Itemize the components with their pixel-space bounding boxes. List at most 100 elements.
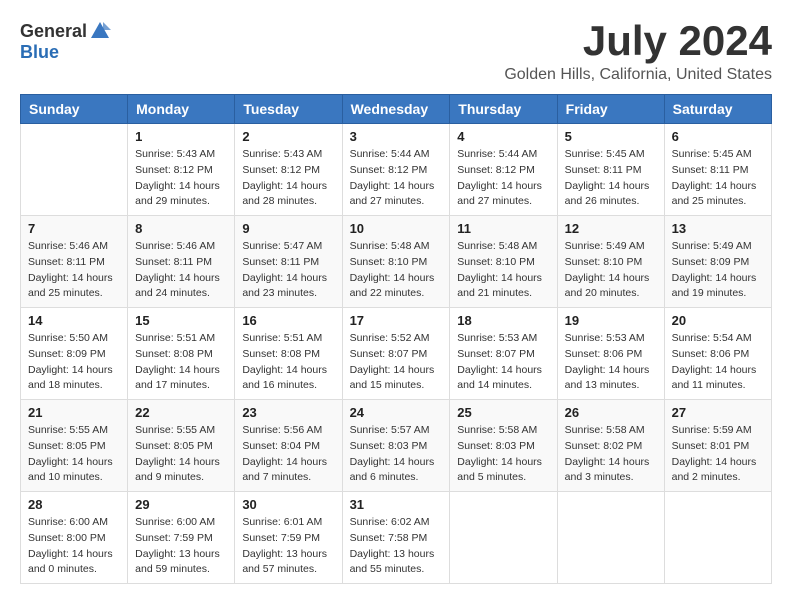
day-number: 14 — [28, 313, 120, 328]
day-info: Sunrise: 5:48 AM Sunset: 8:10 PM Dayligh… — [350, 239, 443, 302]
calendar-cell: 20Sunrise: 5:54 AM Sunset: 8:06 PM Dayli… — [664, 308, 771, 400]
day-info: Sunrise: 5:58 AM Sunset: 8:02 PM Dayligh… — [565, 423, 657, 486]
location-text: Golden Hills, California, United States — [504, 66, 772, 84]
calendar-cell: 11 Sunrise: 5:48 AM Sunset: 8:10 PM Dayli… — [450, 216, 557, 308]
day-info: Sunrise: 5:51 AM Sunset: 8:08 PM Dayligh… — [135, 331, 227, 394]
calendar-cell: 27 Sunrise: 5:59 AM Sunset: 8:01 PM Dayli… — [664, 400, 771, 492]
logo-icon — [89, 20, 111, 42]
day-number: 17 — [350, 313, 443, 328]
calendar-cell: 9Sunrise: 5:47 AM Sunset: 8:11 PM Daylig… — [235, 216, 342, 308]
day-number: 15 — [135, 313, 227, 328]
day-number: 16 — [242, 313, 334, 328]
calendar-cell: 10 Sunrise: 5:48 AM Sunset: 8:10 PM Dayli… — [342, 216, 450, 308]
calendar-cell: 6Sunrise: 5:45 AM Sunset: 8:11 PM Daylig… — [664, 124, 771, 216]
day-info: Sunrise: 5:52 AM Sunset: 8:07 PM Dayligh… — [350, 331, 443, 394]
day-number: 6 — [672, 129, 764, 144]
calendar-cell: 1 Sunrise: 5:43 AM Sunset: 8:12 PM Daylig… — [128, 124, 235, 216]
title-area: July 2024 Golden Hills, California, Unit… — [504, 20, 772, 84]
calendar-cell — [557, 492, 664, 584]
day-number: 26 — [565, 405, 657, 420]
calendar-cell: 25 Sunrise: 5:58 AM Sunset: 8:03 PM Dayli… — [450, 400, 557, 492]
day-number: 11 — [457, 221, 549, 236]
day-number: 27 — [672, 405, 764, 420]
day-number: 22 — [135, 405, 227, 420]
calendar-week-row: 1 Sunrise: 5:43 AM Sunset: 8:12 PM Daylig… — [21, 124, 772, 216]
day-number: 21 — [28, 405, 120, 420]
calendar-week-row: 7 Sunrise: 5:46 AM Sunset: 8:11 PM Daylig… — [21, 216, 772, 308]
day-number: 23 — [242, 405, 334, 420]
day-info: Sunrise: 5:59 AM Sunset: 8:01 PM Dayligh… — [672, 423, 764, 486]
day-number: 28 — [28, 497, 120, 512]
day-info: Sunrise: 5:57 AM Sunset: 8:03 PM Dayligh… — [350, 423, 443, 486]
calendar-cell: 2Sunrise: 5:43 AM Sunset: 8:12 PM Daylig… — [235, 124, 342, 216]
day-info: Sunrise: 5:45 AM Sunset: 8:11 PM Dayligh… — [565, 147, 657, 210]
day-number: 31 — [350, 497, 443, 512]
calendar-cell: 18Sunrise: 5:53 AM Sunset: 8:07 PM Dayli… — [450, 308, 557, 400]
logo-general-text: General — [20, 21, 87, 42]
day-info: Sunrise: 5:46 AM Sunset: 8:11 PM Dayligh… — [135, 239, 227, 302]
day-number: 18 — [457, 313, 549, 328]
calendar-cell: 13 Sunrise: 5:49 AM Sunset: 8:09 PM Dayli… — [664, 216, 771, 308]
calendar-week-row: 14 Sunrise: 5:50 AM Sunset: 8:09 PM Dayli… — [21, 308, 772, 400]
day-info: Sunrise: 6:01 AM Sunset: 7:59 PM Dayligh… — [242, 515, 334, 578]
day-info: Sunrise: 5:56 AM Sunset: 8:04 PM Dayligh… — [242, 423, 334, 486]
calendar-header-row: SundayMondayTuesdayWednesdayThursdayFrid… — [21, 95, 772, 124]
day-info: Sunrise: 5:46 AM Sunset: 8:11 PM Dayligh… — [28, 239, 120, 302]
day-number: 7 — [28, 221, 120, 236]
calendar-table: SundayMondayTuesdayWednesdayThursdayFrid… — [20, 94, 772, 584]
column-header-tuesday: Tuesday — [235, 95, 342, 124]
calendar-cell: 3 Sunrise: 5:44 AM Sunset: 8:12 PM Daylig… — [342, 124, 450, 216]
day-number: 1 — [135, 129, 227, 144]
day-info: Sunrise: 5:44 AM Sunset: 8:12 PM Dayligh… — [350, 147, 443, 210]
column-header-monday: Monday — [128, 95, 235, 124]
day-number: 10 — [350, 221, 443, 236]
column-header-wednesday: Wednesday — [342, 95, 450, 124]
logo-blue-text: Blue — [20, 42, 59, 63]
day-info: Sunrise: 5:43 AM Sunset: 8:12 PM Dayligh… — [135, 147, 227, 210]
calendar-cell: 26 Sunrise: 5:58 AM Sunset: 8:02 PM Dayli… — [557, 400, 664, 492]
day-number: 4 — [457, 129, 549, 144]
day-info: Sunrise: 6:00 AM Sunset: 8:00 PM Dayligh… — [28, 515, 120, 578]
calendar-cell: 16 Sunrise: 5:51 AM Sunset: 8:08 PM Dayli… — [235, 308, 342, 400]
calendar-cell: 17 Sunrise: 5:52 AM Sunset: 8:07 PM Dayli… — [342, 308, 450, 400]
day-info: Sunrise: 5:47 AM Sunset: 8:11 PM Dayligh… — [242, 239, 334, 302]
day-number: 30 — [242, 497, 334, 512]
day-info: Sunrise: 5:49 AM Sunset: 8:09 PM Dayligh… — [672, 239, 764, 302]
day-number: 13 — [672, 221, 764, 236]
day-info: Sunrise: 5:51 AM Sunset: 8:08 PM Dayligh… — [242, 331, 334, 394]
calendar-cell — [664, 492, 771, 584]
day-number: 12 — [565, 221, 657, 236]
calendar-cell: 8Sunrise: 5:46 AM Sunset: 8:11 PM Daylig… — [128, 216, 235, 308]
calendar-cell: 4 Sunrise: 5:44 AM Sunset: 8:12 PM Daylig… — [450, 124, 557, 216]
column-header-thursday: Thursday — [450, 95, 557, 124]
column-header-saturday: Saturday — [664, 95, 771, 124]
day-number: 3 — [350, 129, 443, 144]
calendar-cell — [450, 492, 557, 584]
calendar-cell — [21, 124, 128, 216]
calendar-week-row: 28 Sunrise: 6:00 AM Sunset: 8:00 PM Dayli… — [21, 492, 772, 584]
calendar-cell: 30 Sunrise: 6:01 AM Sunset: 7:59 PM Dayli… — [235, 492, 342, 584]
calendar-cell: 19Sunrise: 5:53 AM Sunset: 8:06 PM Dayli… — [557, 308, 664, 400]
day-number: 25 — [457, 405, 549, 420]
calendar-cell: 23 Sunrise: 5:56 AM Sunset: 8:04 PM Dayli… — [235, 400, 342, 492]
page-header: General Blue July 2024 Golden Hills, Cal… — [20, 20, 772, 84]
day-info: Sunrise: 5:49 AM Sunset: 8:10 PM Dayligh… — [565, 239, 657, 302]
day-number: 20 — [672, 313, 764, 328]
column-header-friday: Friday — [557, 95, 664, 124]
day-info: Sunrise: 5:58 AM Sunset: 8:03 PM Dayligh… — [457, 423, 549, 486]
day-number: 5 — [565, 129, 657, 144]
day-info: Sunrise: 5:55 AM Sunset: 8:05 PM Dayligh… — [135, 423, 227, 486]
day-info: Sunrise: 5:50 AM Sunset: 8:09 PM Dayligh… — [28, 331, 120, 394]
calendar-cell: 28 Sunrise: 6:00 AM Sunset: 8:00 PM Dayli… — [21, 492, 128, 584]
day-info: Sunrise: 5:48 AM Sunset: 8:10 PM Dayligh… — [457, 239, 549, 302]
calendar-cell: 5 Sunrise: 5:45 AM Sunset: 8:11 PM Daylig… — [557, 124, 664, 216]
logo: General Blue — [20, 20, 111, 63]
day-info: Sunrise: 5:43 AM Sunset: 8:12 PM Dayligh… — [242, 147, 334, 210]
calendar-cell: 24Sunrise: 5:57 AM Sunset: 8:03 PM Dayli… — [342, 400, 450, 492]
calendar-week-row: 21 Sunrise: 5:55 AM Sunset: 8:05 PM Dayli… — [21, 400, 772, 492]
calendar-cell: 14 Sunrise: 5:50 AM Sunset: 8:09 PM Dayli… — [21, 308, 128, 400]
day-info: Sunrise: 5:53 AM Sunset: 8:06 PM Dayligh… — [565, 331, 657, 394]
calendar-cell: 22 Sunrise: 5:55 AM Sunset: 8:05 PM Dayli… — [128, 400, 235, 492]
day-info: Sunrise: 5:44 AM Sunset: 8:12 PM Dayligh… — [457, 147, 549, 210]
day-info: Sunrise: 6:02 AM Sunset: 7:58 PM Dayligh… — [350, 515, 443, 578]
